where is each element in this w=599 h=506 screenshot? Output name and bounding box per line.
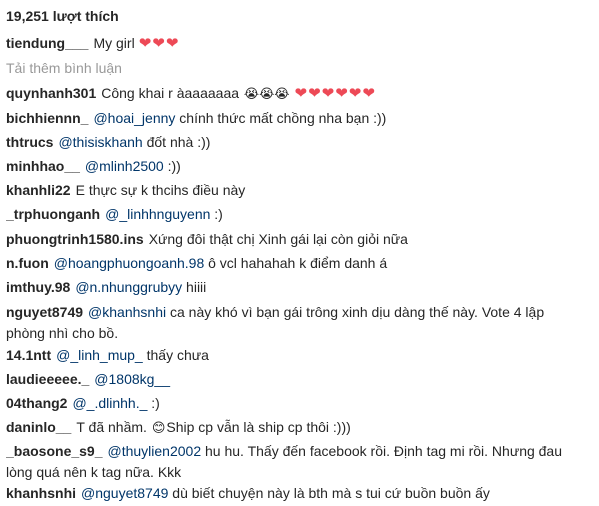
comment-username[interactable]: bichhiennn_: [6, 110, 88, 126]
comment-item: imthuy.98 @n.nhunggrubyy hiiii: [6, 276, 593, 298]
comment-text: Xứng đôi thật chị Xinh gái lại còn giỏi …: [148, 231, 408, 247]
comment-item: khanhli22 E thực sự k thcihs điều này: [6, 179, 593, 201]
comment-text: :)): [167, 158, 181, 174]
comment-mention-link[interactable]: @_.dlinhh._: [72, 395, 147, 411]
comment-username[interactable]: thtrucs: [6, 134, 53, 150]
comment-mention-link[interactable]: @hoangphuongoanh.98: [54, 255, 204, 271]
comment-text-continued: Ship cp vẫn là ship cp thôi :))): [166, 419, 351, 435]
caption: tiendung___ My girl ❤❤❤: [6, 32, 593, 54]
comment-mention-link[interactable]: @mlinh2500: [85, 158, 164, 174]
comment-text: hiiii: [186, 279, 207, 295]
comment-username[interactable]: laudieeeee._: [6, 371, 89, 387]
comment-item: bichhiennn_ @hoai_jenny chính thức mất ch…: [6, 107, 593, 129]
comment-item: n.fuon @hoangphuongoanh.98 ô vcl hahahah …: [6, 252, 593, 274]
heart-emoji-icons: ❤❤❤: [138, 35, 180, 52]
comment-text: hu hu. Thấy đến facebook rồi. Định tag m…: [205, 443, 563, 459]
comment-text: thấy chưa: [146, 347, 209, 363]
comment-text: ca này khó vì bạn gái trông xinh dịu dàn…: [169, 304, 545, 320]
comment-username[interactable]: khanhli22: [6, 182, 71, 198]
comment-text: Công khai r àaaaaaaa: [101, 85, 240, 101]
comment-username[interactable]: quynhanh301: [6, 85, 96, 101]
comment-text: dù biết chuyện này là bth mà s tui cứ bu…: [172, 485, 490, 501]
comment-mention-link[interactable]: @n.nhunggrubyy: [75, 279, 182, 295]
comments-panel: 19,251 lượt thích tiendung___ My girl ❤❤❤ …: [0, 0, 599, 506]
heart-emoji-icons: ❤❤❤❤❤❤: [294, 85, 376, 102]
comment-mention-link[interactable]: @thisiskhanh: [58, 134, 142, 150]
comment-mention-link[interactable]: @hoai_jenny: [93, 110, 175, 126]
comment-username[interactable]: imthuy.98: [6, 279, 70, 295]
emoji-icons: 😊: [151, 420, 166, 435]
like-count[interactable]: 19,251 lượt thích: [6, 5, 593, 27]
comment-text: ô vcl hahahah k điểm danh á: [208, 255, 388, 271]
comment-text-wrapped: phòng nhì cho bồ.: [6, 325, 119, 341]
emoji-icons: 😭😭😭: [243, 86, 290, 101]
comment-username[interactable]: daninlo__: [6, 419, 71, 435]
comment-item: daninlo__ T đã nhầm. 😊Ship cp vẫn là ship…: [6, 416, 593, 438]
comment-mention-link[interactable]: @_linh_mup_: [56, 347, 143, 363]
comment-item: laudieeeee._ @1808kg__: [6, 368, 593, 390]
comment-text: E thực sự k thcihs điều này: [75, 182, 246, 198]
comment-username[interactable]: khanhsnhi: [6, 485, 76, 501]
comment-username[interactable]: phuongtrinh1580.ins: [6, 231, 144, 247]
comment-username[interactable]: _baosone_s9_: [6, 443, 103, 459]
comment-text-wrapped: lòng quá nên k tag nữa. Kkk: [6, 464, 182, 480]
comment-username[interactable]: _trphuonganh: [6, 206, 100, 222]
comment-item: minhhao__ @mlinh2500 :)): [6, 155, 593, 177]
comment-item: khanhsnhi @nguyet8749 dù biết chuyện này …: [6, 482, 593, 504]
comment-mention-link[interactable]: @thuylien2002: [108, 443, 202, 459]
comment-text: T đã nhầm.: [76, 419, 147, 435]
comment-item: quynhanh301 Công khai r àaaaaaaa 😭😭😭 ❤❤❤❤❤…: [6, 82, 593, 104]
comment-text: chính thức mất chồng nha bạn :)): [179, 110, 387, 126]
comment-username[interactable]: n.fuon: [6, 255, 49, 271]
comment-item: _baosone_s9_ @thuylien2002 hu hu. Thấy đế…: [6, 440, 593, 462]
comment-item: nguyet8749 @khanhsnhi ca này khó vì bạn g…: [6, 301, 593, 323]
comment-mention-link[interactable]: @1808kg__: [94, 371, 170, 387]
comment-text: đốt nhà :)): [146, 134, 211, 150]
comment-mention-link[interactable]: @nguyet8749: [81, 485, 168, 501]
comment-item: _trphuonganh @_linhhnguyenn :): [6, 203, 593, 225]
comment-mention-link[interactable]: @khanhsnhi: [88, 304, 166, 320]
comment-item: phuongtrinh1580.ins Xứng đôi thật chị Xin…: [6, 228, 593, 250]
load-more-comments-link[interactable]: Tải thêm bình luận: [6, 57, 593, 79]
comment-username[interactable]: 04thang2: [6, 395, 67, 411]
comment-username[interactable]: nguyet8749: [6, 304, 83, 320]
comment-item: thtrucs @thisiskhanh đốt nhà :)): [6, 131, 593, 153]
comment-username[interactable]: 14.1ntt: [6, 347, 51, 363]
comment-mention-link[interactable]: @_linhhnguyenn: [105, 206, 210, 222]
caption-username[interactable]: tiendung___: [6, 35, 88, 51]
comment-item: 14.1ntt @_linh_mup_ thấy chưa: [6, 344, 593, 366]
comment-item: 04thang2 @_.dlinhh._ :): [6, 392, 593, 414]
comment-text: :): [151, 395, 160, 411]
caption-text: My girl: [93, 35, 135, 51]
comment-text: :): [214, 206, 223, 222]
comment-username[interactable]: minhhao__: [6, 158, 80, 174]
